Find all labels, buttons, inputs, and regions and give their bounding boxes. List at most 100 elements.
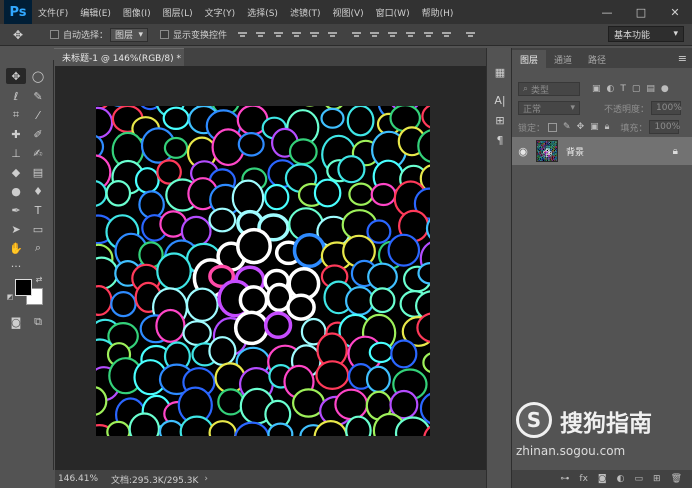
menu-type[interactable]: 文字(Y) [199,6,242,19]
layer-name[interactable]: 背景 [566,145,584,158]
workspace-dropdown[interactable]: 基本功能 ▾ [608,26,684,42]
character-panel-icon[interactable]: A| [492,94,508,110]
link-layers-icon[interactable]: ⊶ [560,474,569,484]
filter-shape-icon[interactable]: ▢ [632,84,641,94]
menu-file[interactable]: 文件(F) [32,6,74,19]
visibility-eye-icon[interactable]: ◉ [512,145,534,158]
type-tool-icon[interactable]: T [28,202,48,218]
menu-image[interactable]: 图像(I) [117,6,157,19]
paragraph-styles-icon[interactable]: ⊞ [492,114,508,130]
lock-pixels-icon[interactable]: ✎ [563,122,571,132]
glass-cell [547,146,550,149]
filter-pixel-icon[interactable]: ▣ [592,84,601,94]
history-brush-tool-icon[interactable]: ✍ [28,145,48,161]
quick-select-tool-icon[interactable]: ✎ [28,88,48,104]
layer-row-background[interactable]: ◉ 背景 🔒︎ [512,137,692,165]
gradient-tool-icon[interactable]: ▤ [28,164,48,180]
distribute-vcenter-icon[interactable] [369,29,380,40]
path-select-tool-icon[interactable]: ➤ [6,221,26,237]
add-mask-icon[interactable]: ◙ [598,474,607,484]
blend-mode-dropdown[interactable]: 正常 ▾ [518,101,580,115]
paragraph-panel-icon[interactable]: ¶ [492,134,508,150]
app-logo: Ps [4,0,32,24]
align-hcenter-icon[interactable] [309,29,320,40]
brush-tool-icon[interactable]: ✐ [28,126,48,142]
crop-tool-icon[interactable]: ⌗ [6,107,26,123]
transform-controls-checkbox[interactable] [160,30,170,39]
minimize-button[interactable]: — [590,0,624,24]
distribute-right-icon[interactable] [441,29,452,40]
healing-brush-tool-icon[interactable]: ✚ [6,126,26,142]
glass-cell [366,219,392,244]
hand-tool-icon[interactable]: ✋ [6,240,26,256]
tab-layers[interactable]: 图层 [512,50,547,68]
quick-mask-icon[interactable]: ◙ [6,314,26,330]
glass-cell [110,291,137,318]
layer-style-icon[interactable]: fx [579,474,588,484]
glass-cell [422,352,430,374]
zoom-tool-icon[interactable]: ⌕ [28,240,48,256]
restore-button[interactable]: □ [624,0,658,24]
history-panel-icon[interactable]: ▦ [492,66,508,82]
move-tool-icon[interactable]: ✥ [0,28,36,42]
eraser-tool-icon[interactable]: ◆ [6,164,26,180]
screen-mode-icon[interactable]: ⧉ [28,314,48,330]
fill-field[interactable]: 100% [649,120,680,134]
menu-help[interactable]: 帮助(H) [416,6,460,19]
eyedropper-tool-icon[interactable]: ⁄ [28,107,48,123]
dodge-tool-icon[interactable]: ♦ [28,183,48,199]
lock-transparent-icon[interactable] [548,122,558,132]
align-vcenter-icon[interactable] [255,29,266,40]
opacity-field[interactable]: 100% [651,101,682,115]
layer-filter-dropdown[interactable]: ⌕ 类型 [518,82,580,96]
auto-select-dropdown[interactable]: 图层 ▾ [110,27,149,42]
tab-channels[interactable]: 通道 [546,50,580,68]
menu-edit[interactable]: 编辑(E) [74,6,117,19]
lock-position-icon[interactable]: ✥ [577,122,585,132]
pen-tool-icon[interactable]: ✒ [6,202,26,218]
menu-window[interactable]: 窗口(W) [370,6,416,19]
menu-select[interactable]: 选择(S) [241,6,284,19]
distribute-hcenter-icon[interactable] [423,29,434,40]
glass-cell [537,141,539,144]
filter-toggle-icon[interactable]: ● [661,84,669,94]
chevron-right-icon[interactable]: › [204,474,208,484]
marquee-tool-icon[interactable]: ◯ [28,68,48,84]
align-left-icon[interactable] [291,29,302,40]
adjustment-layer-icon[interactable]: ◐ [617,474,625,484]
distribute-left-icon[interactable] [405,29,416,40]
menu-layer[interactable]: 图层(L) [157,6,199,19]
lock-artboard-icon[interactable]: ▣ [590,122,599,132]
new-group-icon[interactable]: ▭ [635,474,644,484]
zoom-level[interactable]: 146.41% [55,474,111,484]
document-tab[interactable]: 未标题-1 @ 146%(RGB/8) * × [54,48,197,66]
more-tools-icon[interactable]: ··· [6,258,26,274]
delete-layer-icon[interactable]: 🗑︎ [671,474,682,484]
auto-align-icon[interactable] [465,29,476,40]
close-button[interactable]: ✕ [658,0,692,24]
distribute-bottom-icon[interactable] [387,29,398,40]
blur-tool-icon[interactable]: ● [6,183,26,199]
lock-all-icon[interactable]: 🔒︎ [605,122,610,132]
tab-paths[interactable]: 路径 [580,50,614,68]
image-canvas[interactable] [96,106,430,436]
filter-adjust-icon[interactable]: ◐ [607,84,615,94]
rectangle-tool-icon[interactable]: ▭ [28,221,48,237]
move-tool-icon[interactable]: ✥ [6,68,26,84]
auto-select-checkbox[interactable] [50,30,59,39]
default-colors-icon[interactable]: ◩ [5,292,15,302]
swap-colors-icon[interactable]: ⇄ [34,274,44,284]
panel-menu-icon[interactable]: ≡ [678,52,687,65]
filter-type-icon[interactable]: T [620,84,626,94]
filter-smart-icon[interactable]: ▤ [646,84,655,94]
align-bottom-icon[interactable] [273,29,284,40]
menu-filter[interactable]: 滤镜(T) [284,6,327,19]
menu-view[interactable]: 视图(V) [326,6,369,19]
align-top-icon[interactable] [237,29,248,40]
clone-stamp-tool-icon[interactable]: ⊥ [6,145,26,161]
align-right-icon[interactable] [327,29,338,40]
lasso-tool-icon[interactable]: ℓ [6,88,26,104]
foreground-color-swatch[interactable] [15,279,32,296]
new-layer-icon[interactable]: ⊞ [653,474,661,484]
distribute-top-icon[interactable] [351,29,362,40]
